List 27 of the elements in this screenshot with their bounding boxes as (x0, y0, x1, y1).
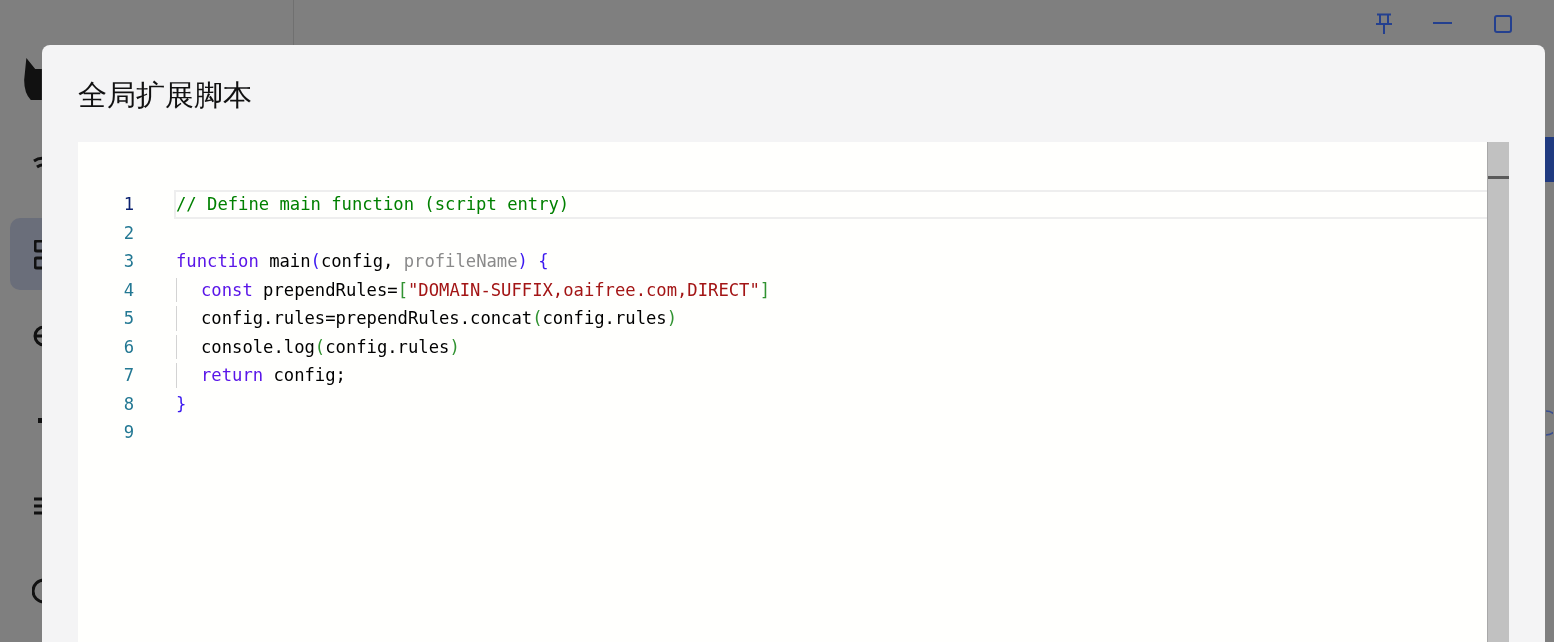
sidebar-item-highlight[interactable] (10, 218, 42, 290)
code-line: console.log(config.rules) (174, 332, 1487, 361)
scrollbar-marker (1488, 176, 1509, 179)
ring-icon[interactable] (32, 578, 44, 604)
line-number: 7 (122, 365, 134, 386)
scrollbar[interactable] (1487, 142, 1509, 642)
cat-logo-icon (24, 58, 42, 100)
line-number: 8 (122, 393, 134, 414)
sidebar-tab-strip (1545, 137, 1554, 182)
line-number: 1 (122, 194, 134, 215)
circle-edge-icon (1545, 410, 1553, 436)
code-line: function main(config, profileName) { (175, 250, 550, 274)
code-line: } (175, 392, 188, 416)
line-number: 5 (122, 308, 134, 329)
dialog-title: 全局扩展脚本 (78, 78, 252, 114)
line-number: 4 (122, 279, 134, 300)
line-number: 2 (122, 222, 134, 243)
globe-icon[interactable] (32, 325, 44, 347)
code-line: const prependRules=["DOMAIN-SUFFIX,oaifree.com,DIRECT"] (174, 275, 1487, 304)
code-line: return config; (174, 361, 1487, 390)
list-icon[interactable] (34, 497, 44, 515)
current-code-line: // Define main function (script entry) (174, 190, 1487, 219)
line-number: 3 (122, 251, 134, 272)
grid-icon[interactable] (34, 240, 44, 270)
code-line: config.rules=prependRules.concat(config.rules) (174, 304, 1487, 333)
line-number: 9 (122, 422, 134, 443)
line-number: 6 (122, 336, 134, 357)
